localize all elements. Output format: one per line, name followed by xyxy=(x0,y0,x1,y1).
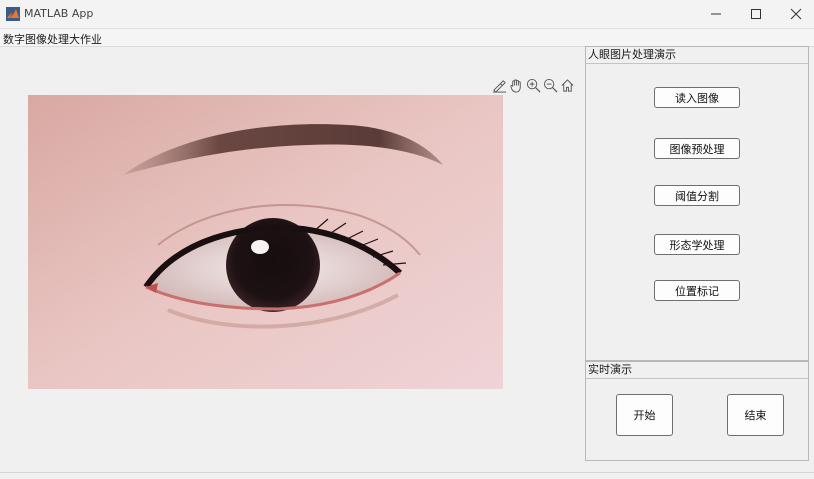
app-heading: 数字图像处理大作业 xyxy=(3,33,102,46)
processing-panel: 人眼图片处理演示 读入图像 图像预处理 阈值分割 形态学处理 位置标记 xyxy=(585,46,809,361)
pan-button[interactable] xyxy=(508,76,525,94)
minimize-icon xyxy=(711,13,721,15)
app-heading-bar: 数字图像处理大作业 xyxy=(0,29,814,47)
position-mark-button[interactable]: 位置标记 xyxy=(654,280,740,301)
home-button[interactable] xyxy=(559,76,576,94)
zoom-in-icon xyxy=(526,78,541,92)
realtime-panel-title: 实时演示 xyxy=(586,362,808,379)
axes-toolbar xyxy=(491,76,576,94)
load-image-button[interactable]: 读入图像 xyxy=(654,87,740,108)
matlab-icon xyxy=(6,7,20,21)
end-button[interactable]: 结束 xyxy=(727,394,784,436)
processing-panel-title: 人眼图片处理演示 xyxy=(586,47,808,64)
morphology-button[interactable]: 形态学处理 xyxy=(654,234,740,255)
preprocess-button[interactable]: 图像预处理 xyxy=(654,138,740,159)
brush-button[interactable] xyxy=(491,76,508,94)
maximize-icon xyxy=(751,9,761,19)
bottom-border xyxy=(0,472,814,473)
window-title: MATLAB App xyxy=(24,7,94,20)
home-icon xyxy=(561,78,574,92)
maximize-button[interactable] xyxy=(736,0,776,28)
title-bar: MATLAB App xyxy=(0,0,814,29)
realtime-panel: 实时演示 开始 结束 xyxy=(585,361,809,461)
zoom-out-icon xyxy=(543,78,558,92)
threshold-segment-button[interactable]: 阈值分割 xyxy=(654,185,740,206)
zoom-in-button[interactable] xyxy=(525,76,542,94)
close-icon xyxy=(790,8,802,20)
minimize-button[interactable] xyxy=(696,0,736,28)
zoom-out-button[interactable] xyxy=(542,76,559,94)
close-button[interactable] xyxy=(776,0,814,28)
brush-icon xyxy=(492,79,507,93)
start-button[interactable]: 开始 xyxy=(616,394,673,436)
eye-photo xyxy=(28,95,503,389)
pan-hand-icon xyxy=(510,78,521,93)
